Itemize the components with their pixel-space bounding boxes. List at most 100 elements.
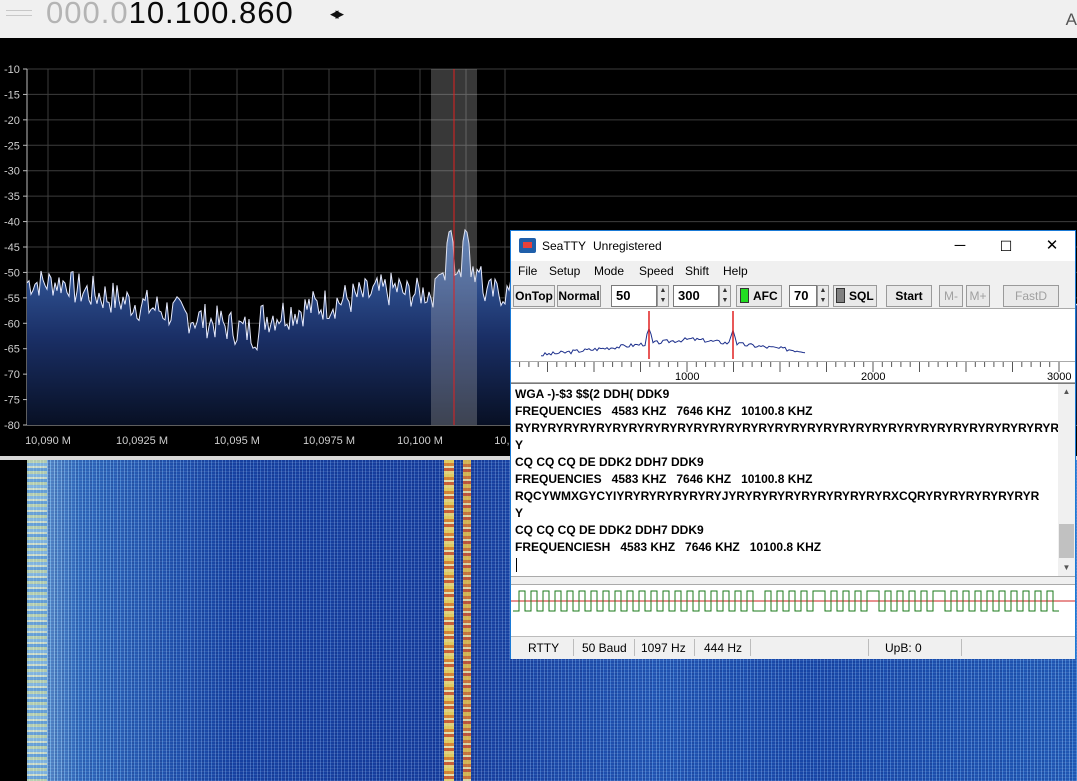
received-text-line: FREQUENCIES 4583 KHZ 7646 KHZ 10100.8 KH… [515,404,813,418]
menu-setup[interactable]: Setup [549,264,580,278]
start-button[interactable]: Start [886,285,932,307]
received-text-line: FREQUENCIES 4583 KHZ 7646 KHZ 10100.8 KH… [515,472,813,486]
status-center-frequency: 1097 Hz [641,641,686,655]
shift-input[interactable]: 300 [673,285,719,307]
status-mode: RTTY [528,641,560,655]
received-text-line: CQ CQ CQ DE DDK2 DDH7 DDK9 [515,523,704,537]
spectrum-y-label: -35 [4,191,20,203]
title-bar[interactable]: SeaTTY Unregistered ─ ☐ ✕ [511,231,1075,261]
received-text-line: Y [515,506,524,520]
frequency-scale: 1000 2000 3000 [500,362,1075,383]
status-upb: UpB: 0 [885,641,922,655]
ontop-button[interactable]: OnTop [513,285,555,307]
afc-indicator-icon [740,288,749,303]
frequency-display[interactable]: 000.010.100.860 [46,0,294,31]
status-divider [961,639,962,656]
status-bar: RTTY 50 Baud 1097 Hz 444 Hz UpB: 0 [511,636,1075,659]
spectrum-y-label: -65 [4,344,20,356]
frequency-leading-digits: 000.0 [46,0,129,30]
sql-label: SQL [849,289,874,303]
spectrum-y-label: -70 [4,369,20,381]
received-text-line: WGA -)-$3 $$(2 DDH( DDK9 [515,387,670,401]
status-divider [634,639,635,656]
waterfall-signal-trace [463,460,471,781]
spectrum-x-label: 10,095 M [214,435,260,447]
frequency-bar: 000.010.100.860 ◂▸ A [0,0,1077,38]
speed-stepper[interactable]: ▲ ▼ [657,285,669,307]
status-divider [868,639,869,656]
frequency-digits: 10.100.860 [128,0,294,30]
received-text-line: RYRYRYRYRYRYRYRYRYRYRYRYRYRYRYRYRYRYRYRY… [515,421,1060,435]
text-cursor [516,558,517,572]
received-text-line: CQ CQ CQ DE DDK2 DDH7 DDK9 [515,455,704,469]
spectrum-x-label: 10,090 M [25,435,71,447]
scrollbar-thumb[interactable] [1059,524,1074,558]
menu-shift[interactable]: Shift [685,264,709,278]
tuning-scope-trace [511,590,1075,612]
menu-file[interactable]: File [518,264,537,278]
spectrum-y-label: -20 [4,115,20,127]
frequency-scale-ticks: 1000 2000 3000 [500,362,1071,383]
waterfall-left-margin [0,460,27,781]
spectrum-y-label: -25 [4,140,20,152]
minimize-button[interactable]: ─ [937,234,983,258]
scale-label: 3000 [1047,371,1071,382]
menu-handle-icon[interactable] [6,10,32,22]
spectrum-y-label: -50 [4,267,20,279]
scale-label: 2000 [861,371,885,382]
received-text-line: FREQUENCIESH 4583 KHZ 7646 KHZ 10100.8 K… [515,540,822,554]
audio-spectrum-plot [540,311,806,359]
window-title: SeaTTY [542,239,587,253]
status-divider [573,639,574,656]
seatty-window: SeaTTY Unregistered ─ ☐ ✕ File Setup Mod… [500,230,1076,659]
menu-mode[interactable]: Mode [594,264,624,278]
scroll-up-icon[interactable]: ▲ [1058,387,1075,396]
frequency-step-arrows-icon[interactable]: ◂▸ [330,4,344,24]
memory-minus-button[interactable]: M- [939,285,963,307]
toolbar: OnTop Normal 50 ▲ ▼ 300 ▲ ▼ AFC 70 ▲ ▼ SQL … [511,282,1075,308]
spectrum-y-label: -55 [4,293,20,305]
status-divider [750,639,751,656]
spectrum-y-label: -75 [4,395,20,407]
sql-indicator-icon [836,288,845,303]
fastd-button[interactable]: FastD [1003,285,1059,307]
received-text-line: Y [515,438,524,452]
status-divider [694,639,695,656]
menu-speed[interactable]: Speed [639,264,674,278]
maximize-button[interactable]: ☐ [983,234,1029,258]
waterfall-signal-trace [444,460,454,781]
status-shift: 444 Hz [704,641,743,655]
normal-button[interactable]: Normal [557,285,601,307]
spectrum-y-label: -30 [4,166,20,178]
spectrum-y-label: -40 [4,217,20,229]
spectrum-y-label: -10 [4,64,20,76]
scale-label: 1000 [675,371,699,382]
received-text-line: RQCYWMXGYCYIYRYRYRYRYRYRYJYRYRYRYRYRYRYR… [515,489,1040,503]
spectrum-x-label: 10,100 M [397,435,443,447]
menu-bar: File Setup Mode Speed Shift Help [511,262,1075,282]
spectrum-x-label: 10,0975 M [303,435,355,447]
speed-input[interactable]: 50 [611,285,657,307]
received-text-area[interactable]: WGA -)-$3 $$(2 DDH( DDK9 FREQUENCIES 4583… [511,383,1075,577]
audio-spectrum-trace [540,327,806,357]
spectrum-x-label: 10,0925 M [116,435,168,447]
scroll-down-icon[interactable]: ▼ [1058,563,1075,572]
audio-spectrum-panel[interactable] [511,308,1075,362]
tuning-scope [511,584,1075,636]
menu-help[interactable]: Help [723,264,748,278]
spectrum-y-label: -60 [4,318,20,330]
seatty-app-icon [519,238,536,253]
spectrum-y-label: -15 [4,89,20,101]
corner-label: A [1065,10,1077,29]
status-baud: 50 Baud [582,641,627,655]
vertical-scrollbar[interactable]: ▲ ▼ [1058,384,1075,577]
window-subtitle: Unregistered [593,239,662,253]
spectrum-y-label: -45 [4,242,20,254]
squelch-input[interactable]: 70 [789,285,817,307]
squelch-stepper[interactable]: ▲ ▼ [817,285,829,307]
shift-stepper[interactable]: ▲ ▼ [719,285,731,307]
waterfall-left-noise [27,460,47,781]
memory-plus-button[interactable]: M+ [966,285,990,307]
close-button[interactable]: ✕ [1029,234,1075,258]
spectrum-y-label: -80 [4,420,20,432]
